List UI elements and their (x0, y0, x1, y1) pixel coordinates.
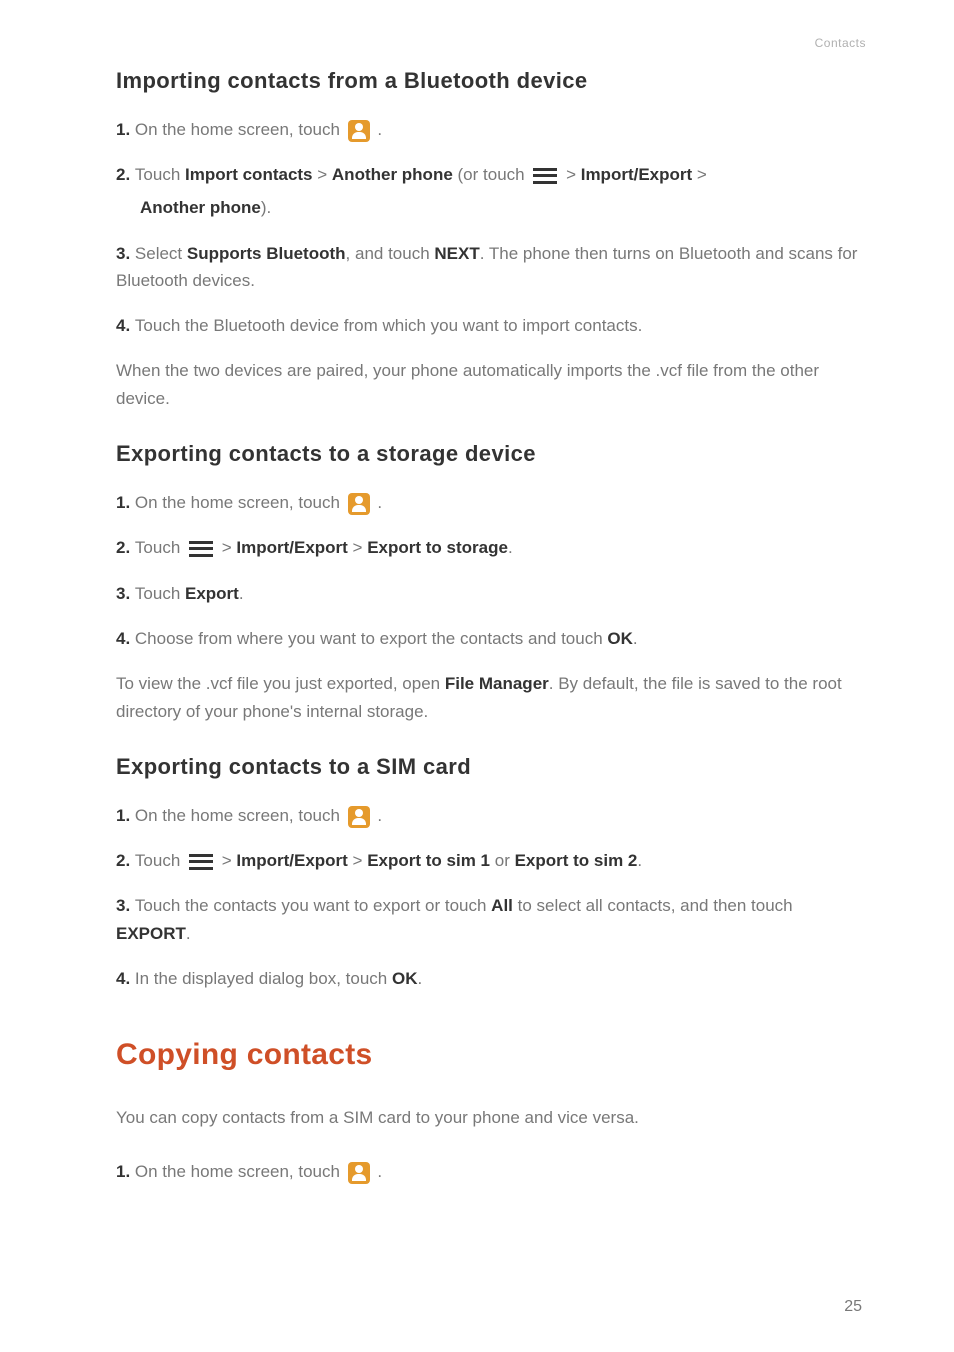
step-text: In the displayed dialog box, touch (135, 969, 392, 988)
step-number: 2. (116, 538, 135, 557)
step-2: 2. Touch Import contacts > Another phone… (116, 161, 866, 221)
bold-text: Import contacts (185, 165, 313, 184)
step-continuation: Another phone). (116, 194, 866, 221)
contacts-app-icon (348, 120, 370, 142)
step-suffix: . (373, 806, 382, 825)
step-number: 1. (116, 493, 135, 512)
step-1: 1. On the home screen, touch . (116, 1158, 866, 1185)
step-number: 4. (116, 316, 135, 335)
step-text: Touch (135, 584, 185, 603)
bold-text: Import/Export (236, 851, 347, 870)
step-text: or (490, 851, 515, 870)
bold-text: Supports Bluetooth (187, 244, 346, 263)
step-text: > (217, 851, 236, 870)
step-text: . (637, 851, 642, 870)
step-4: 4. Choose from where you want to export … (116, 625, 866, 652)
body-paragraph: To view the .vcf file you just exported,… (116, 670, 866, 726)
heading-copying-contacts: Copying contacts (116, 1038, 866, 1072)
step-text: Select (135, 244, 187, 263)
bold-text: NEXT (434, 244, 479, 263)
heading-exporting-storage: Exporting contacts to a storage device (116, 441, 866, 467)
step-suffix: . (373, 493, 382, 512)
step-number: 2. (116, 165, 135, 184)
step-text: > (348, 851, 367, 870)
body-paragraph: You can copy contacts from a SIM card to… (116, 1104, 866, 1132)
step-suffix: . (373, 1162, 382, 1181)
step-text: > (313, 165, 332, 184)
step-number: 3. (116, 896, 135, 915)
step-number: 4. (116, 629, 135, 648)
step-text: Touch the contacts you want to export or… (135, 896, 491, 915)
step-2: 2. Touch > Import/Export > Export to sim… (116, 847, 866, 874)
bold-text: Export to sim 2 (515, 851, 638, 870)
bold-text: Export to sim 1 (367, 851, 490, 870)
step-text: . (239, 584, 244, 603)
step-number: 3. (116, 584, 135, 603)
bold-text: Another phone (140, 198, 261, 217)
heading-exporting-sim: Exporting contacts to a SIM card (116, 754, 866, 780)
step-text: . (186, 924, 191, 943)
menu-icon (533, 168, 557, 184)
bold-text: Another phone (332, 165, 453, 184)
step-suffix: . (373, 120, 382, 139)
step-text: Choose from where you want to export the… (135, 629, 608, 648)
step-1: 1. On the home screen, touch . (116, 489, 866, 516)
step-number: 2. (116, 851, 135, 870)
step-text: to select all contacts, and then touch (513, 896, 793, 915)
step-1: 1. On the home screen, touch . (116, 802, 866, 829)
step-text: > (561, 165, 580, 184)
step-text: Touch (135, 851, 185, 870)
step-text: . (633, 629, 638, 648)
bold-text: Import/Export (581, 165, 692, 184)
header-category: Contacts (116, 36, 866, 50)
step-number: 1. (116, 806, 135, 825)
bold-text: OK (607, 629, 633, 648)
step-number: 1. (116, 1162, 135, 1181)
step-text: ). (261, 198, 271, 217)
step-text: , and touch (346, 244, 435, 263)
bold-text: Export (185, 584, 239, 603)
step-text: . (508, 538, 513, 557)
step-text: > (692, 165, 707, 184)
contacts-app-icon (348, 806, 370, 828)
bold-text: OK (392, 969, 418, 988)
page-number: 25 (844, 1298, 862, 1316)
menu-icon (189, 541, 213, 557)
step-number: 4. (116, 969, 135, 988)
step-text: Touch (135, 165, 185, 184)
step-text: > (348, 538, 367, 557)
contacts-app-icon (348, 493, 370, 515)
bold-text: EXPORT (116, 924, 186, 943)
step-3: 3. Select Supports Bluetooth, and touch … (116, 240, 866, 294)
step-4: 4. Touch the Bluetooth device from which… (116, 312, 866, 339)
step-3: 3. Touch the contacts you want to export… (116, 892, 866, 946)
step-text: Touch the Bluetooth device from which yo… (135, 316, 642, 335)
bold-text: All (491, 896, 513, 915)
bold-text: Export to storage (367, 538, 508, 557)
bold-text: File Manager (445, 674, 549, 693)
step-2: 2. Touch > Import/Export > Export to sto… (116, 534, 866, 561)
step-text: On the home screen, touch (135, 493, 345, 512)
step-text: On the home screen, touch (135, 806, 345, 825)
body-paragraph: When the two devices are paired, your ph… (116, 357, 866, 413)
contacts-app-icon (348, 1162, 370, 1184)
step-text: > (217, 538, 236, 557)
heading-importing-bluetooth: Importing contacts from a Bluetooth devi… (116, 68, 866, 94)
step-number: 3. (116, 244, 135, 263)
step-text: On the home screen, touch (135, 1162, 345, 1181)
bold-text: Import/Export (236, 538, 347, 557)
step-text: On the home screen, touch (135, 120, 345, 139)
step-1: 1. On the home screen, touch . (116, 116, 866, 143)
step-number: 1. (116, 120, 135, 139)
menu-icon (189, 854, 213, 870)
body-text: To view the .vcf file you just exported,… (116, 674, 445, 693)
step-3: 3. Touch Export. (116, 580, 866, 607)
step-4: 4. In the displayed dialog box, touch OK… (116, 965, 866, 992)
step-text: (or touch (453, 165, 530, 184)
step-text: Touch (135, 538, 185, 557)
step-text: . (417, 969, 422, 988)
